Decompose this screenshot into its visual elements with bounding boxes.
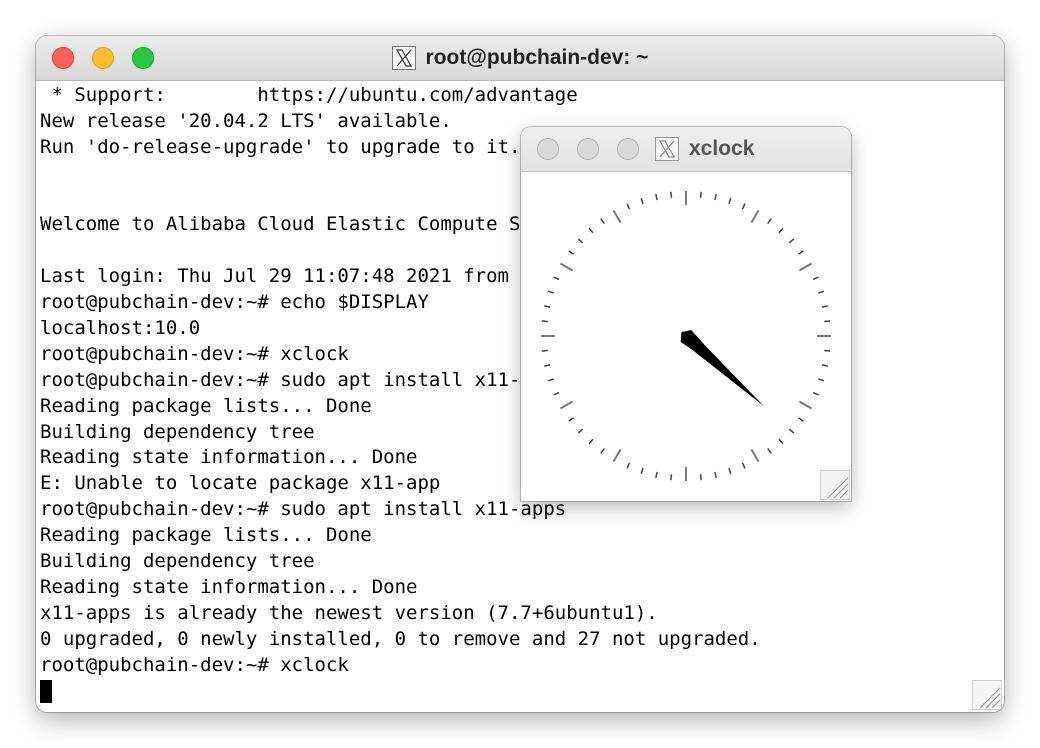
clock-tick: [728, 197, 732, 205]
clock-tick: [788, 428, 795, 434]
clock-tick: [750, 448, 760, 463]
clock-tick: [817, 378, 825, 382]
clock-tick: [655, 471, 658, 478]
terminal-line: localhost:10.0: [40, 317, 201, 340]
clock-tick: [612, 209, 622, 224]
clock-tick: [544, 364, 551, 367]
clock-tick: [612, 448, 622, 463]
terminal-line: root@pubchain-dev:~# sudo apt install x1…: [40, 498, 567, 521]
xclock-title-group: xclock: [655, 127, 754, 171]
terminal-line: x11-apps is already the newest version (…: [40, 601, 658, 624]
clock-tick: [547, 290, 555, 294]
terminal-line: Run 'do-release-upgrade' to upgrade to i…: [40, 135, 521, 158]
clock-tick: [640, 467, 644, 475]
clock-tick: [767, 448, 772, 454]
clock-tick: [714, 194, 717, 201]
clock-tick: [824, 320, 831, 323]
terminal-line: Reading state information... Done: [40, 575, 418, 598]
clock-tick: [767, 218, 772, 224]
clock-tick: [798, 262, 813, 272]
clock-tick: [670, 474, 673, 481]
terminal-line: E: Unable to locate package x11-app: [40, 472, 441, 495]
terminal-line: Last login: Thu Jul 29 11:07:48 2021 fro…: [40, 265, 509, 288]
clock-tick: [568, 250, 574, 255]
terminal-line: 0 upgraded, 0 newly installed, 0 to remo…: [40, 627, 761, 650]
clock-tick: [553, 391, 560, 396]
terminal-line: Reading state information... Done: [40, 446, 418, 469]
clock-tick: [798, 250, 804, 255]
x11-icon: [655, 137, 679, 161]
clock-tick: [544, 305, 551, 308]
xclock-title: xclock: [689, 137, 755, 160]
clock-tick: [778, 438, 784, 445]
text-cursor: [40, 680, 52, 704]
terminal-line: Building dependency tree: [40, 550, 315, 573]
clock-tick: [728, 467, 732, 475]
resize-grip-icon[interactable]: [972, 680, 1002, 710]
xclock-window[interactable]: xclock: [521, 127, 851, 501]
clock-tick: [568, 417, 574, 422]
terminal-line: New release '20.04.2 LTS' available.: [40, 109, 452, 132]
clock-tick: [559, 400, 574, 410]
clock-tick: [577, 428, 584, 434]
terminal-window: root@pubchain-dev: ~ * Support: https://…: [36, 36, 1004, 712]
window-title-group: root@pubchain-dev: ~: [36, 36, 1004, 80]
terminal-line: root@pubchain-dev:~# sudo apt install x1…: [40, 368, 555, 391]
clock-tick: [741, 462, 746, 469]
clock-tick: [778, 227, 784, 234]
clock-tick: [655, 194, 658, 201]
clock-tick: [553, 276, 560, 281]
clock-tick: [699, 191, 702, 198]
minute-hand: [681, 330, 765, 407]
clock-face: [541, 191, 831, 481]
clock-tick: [788, 238, 795, 244]
xclock-minimize-button[interactable]: [577, 138, 599, 160]
clock-tick: [798, 417, 804, 422]
clock-tick: [812, 276, 819, 281]
clock-tick: [577, 238, 584, 244]
terminal-prompt-line: [40, 678, 1000, 704]
terminal-line: Reading package lists... Done: [40, 394, 372, 417]
clock-tick: [559, 262, 574, 272]
window-title: root@pubchain-dev: ~: [425, 46, 649, 69]
clock-tick: [750, 209, 760, 224]
terminal-line: Reading package lists... Done: [40, 524, 372, 547]
clock-tick: [821, 364, 828, 367]
clock-tick: [798, 400, 813, 410]
terminal-line: Welcome to Alibaba Cloud Elastic Compute…: [40, 213, 612, 236]
clock-tick: [600, 218, 605, 224]
clock-tick: [817, 290, 825, 294]
clock-tick: [812, 391, 819, 396]
clock-tick: [541, 349, 548, 352]
clock-tick: [714, 471, 717, 478]
x11-icon: [391, 46, 416, 70]
clock-tick: [541, 320, 548, 323]
clock-tick: [547, 378, 555, 382]
clock-tick: [741, 203, 746, 210]
clock-tick: [588, 227, 594, 234]
terminal-line: Building dependency tree: [40, 420, 315, 443]
xclock-maximize-button[interactable]: [617, 138, 639, 160]
terminal-line: root@pubchain-dev:~# echo $DISPLAY: [40, 291, 429, 314]
terminal-output[interactable]: * Support: https://ubuntu.com/advantage N…: [40, 83, 1000, 712]
clock-tick: [600, 448, 605, 454]
clock-tick: [821, 305, 828, 308]
clock-tick: [626, 203, 631, 210]
clock-tick: [640, 197, 644, 205]
xclock-resize-grip-icon[interactable]: [820, 470, 850, 500]
clock-tick: [588, 438, 594, 445]
clock-tick: [670, 191, 673, 198]
clock-tick: [824, 349, 831, 352]
xclock-title-bar[interactable]: xclock: [521, 127, 851, 172]
title-bar[interactable]: root@pubchain-dev: ~: [36, 36, 1004, 81]
terminal-line: root@pubchain-dev:~# xclock: [40, 653, 349, 676]
clock-tick: [699, 474, 702, 481]
clock-tick: [626, 462, 631, 469]
terminal-line: * Support: https://ubuntu.com/advantage: [40, 84, 578, 106]
terminal-line: root@pubchain-dev:~# xclock: [40, 342, 349, 365]
xclock-close-button[interactable]: [537, 138, 559, 160]
